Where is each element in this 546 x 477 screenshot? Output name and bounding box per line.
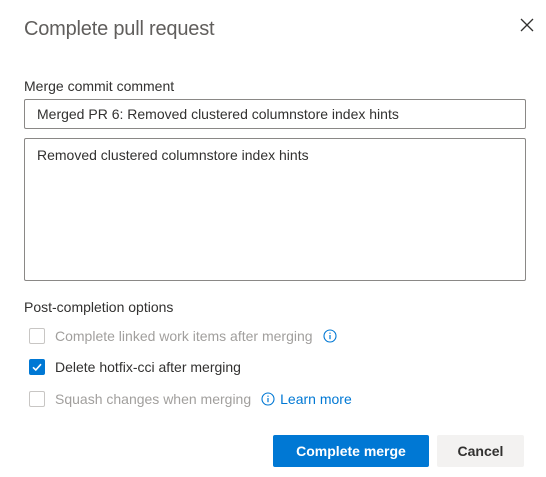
option-delete-branch[interactable]: Delete hotfix-cci after merging — [29, 357, 241, 377]
merge-commit-title-input[interactable] — [24, 99, 526, 129]
post-completion-options-label: Post-completion options — [24, 299, 174, 315]
complete-merge-button[interactable]: Complete merge — [273, 435, 429, 467]
learn-more-link[interactable]: Learn more — [280, 391, 352, 407]
merge-commit-body-textarea[interactable]: Removed clustered columnstore index hint… — [24, 138, 526, 281]
close-icon — [520, 18, 534, 32]
complete-pull-request-dialog: Complete pull request Merge commit comme… — [0, 0, 546, 477]
option-squash-changes[interactable]: Squash changes when merging Learn more — [29, 389, 352, 409]
complete-work-items-checkbox[interactable] — [29, 328, 45, 344]
check-icon — [32, 363, 42, 372]
merge-commit-comment-label: Merge commit comment — [24, 78, 175, 94]
cancel-button[interactable]: Cancel — [437, 435, 524, 467]
squash-changes-label: Squash changes when merging — [55, 391, 252, 407]
close-button[interactable] — [517, 15, 537, 35]
info-icon[interactable] — [322, 329, 337, 343]
complete-work-items-label: Complete linked work items after merging — [55, 328, 313, 344]
dialog-title: Complete pull request — [24, 18, 215, 40]
info-icon[interactable] — [261, 392, 275, 406]
option-complete-work-items[interactable]: Complete linked work items after merging — [29, 326, 337, 346]
squash-changes-checkbox[interactable] — [29, 391, 45, 407]
delete-branch-checkbox[interactable] — [29, 359, 45, 375]
delete-branch-label: Delete hotfix-cci after merging — [55, 359, 241, 375]
